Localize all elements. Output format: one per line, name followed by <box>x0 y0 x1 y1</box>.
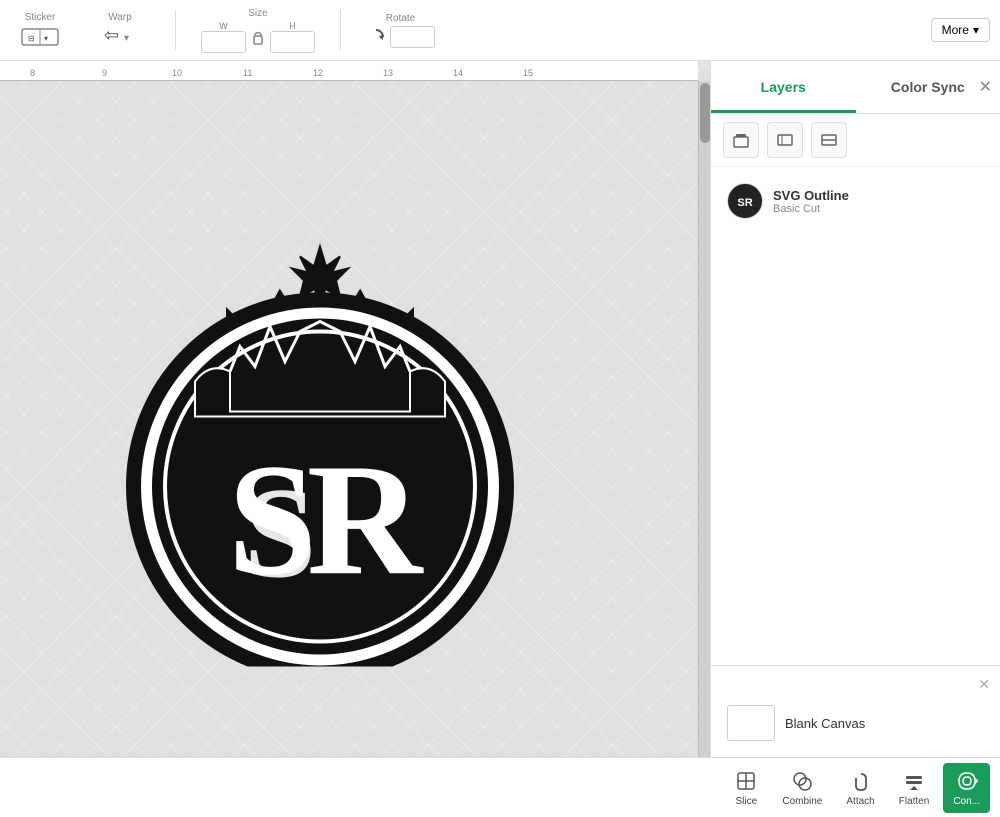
layer-info: SVG Outline Basic Cut <box>773 188 984 215</box>
layer-list: SR SVG Outline Basic Cut <box>711 167 1000 665</box>
blank-canvas-label: Blank Canvas <box>785 716 865 731</box>
flatten-icon <box>902 769 926 793</box>
tab-indicator <box>711 110 856 113</box>
width-input[interactable] <box>201 31 246 53</box>
size-label: Size <box>248 8 267 19</box>
logo-svg: SR S <box>100 147 540 667</box>
warp-icon: ⇦ ▾ <box>100 25 140 49</box>
layers-icon-1 <box>732 131 750 149</box>
layer-item[interactable]: SR SVG Outline Basic Cut <box>719 175 992 227</box>
bottom-close-button[interactable]: ✕ <box>978 676 990 693</box>
panel-bottom: ✕ Blank Canvas <box>711 665 1000 757</box>
sticker-label: Sticker <box>25 12 56 23</box>
canvas-area: 8 9 10 11 12 13 14 15 <box>0 61 710 757</box>
bottom-btn-group: Slice Combine Attach <box>724 763 990 813</box>
divider1 <box>175 10 176 50</box>
size-inputs: W H <box>201 21 315 53</box>
size-group: Size W H <box>201 8 315 53</box>
height-field: H <box>270 21 315 53</box>
flatten-button[interactable]: Flatten <box>889 763 940 813</box>
warp-control: ⇦ ▾ <box>100 25 140 49</box>
panel-tabs: Layers Color Sync ✕ <box>711 61 1000 114</box>
svg-text:⇦: ⇦ <box>104 25 119 45</box>
slice-button[interactable]: Slice <box>724 763 768 813</box>
svg-text:SR: SR <box>737 197 752 209</box>
slice-icon <box>734 769 758 793</box>
rotate-icon <box>366 27 386 47</box>
top-toolbar: Sticker ⊟ ▾ Warp ⇦ ▾ Size W <box>0 0 1000 61</box>
lock-icon <box>250 29 266 45</box>
contour-button[interactable]: Con... <box>943 763 990 813</box>
bottom-toolbar: Slice Combine Attach <box>0 757 1000 817</box>
rotate-label: Rotate <box>386 13 415 24</box>
size-control: W H <box>201 21 315 53</box>
layer-name: SVG Outline <box>773 188 984 203</box>
ruler-horizontal: 8 9 10 11 12 13 14 15 <box>0 61 698 81</box>
rotate-input[interactable] <box>390 26 435 48</box>
sticker-group: Sticker ⊟ ▾ <box>10 12 70 49</box>
panel-bottom-close: ✕ <box>721 676 990 693</box>
panel-icon-btn-1[interactable] <box>723 122 759 158</box>
attach-button[interactable]: Attach <box>836 763 884 813</box>
panel-toolbar <box>711 114 1000 167</box>
blank-canvas-thumbnail <box>727 705 775 741</box>
warp-label: Warp <box>108 12 132 23</box>
layer-type: Basic Cut <box>773 203 984 215</box>
logo-container: SR S <box>100 147 540 672</box>
width-field: W <box>201 21 246 53</box>
combine-icon <box>790 769 814 793</box>
main-area: 8 9 10 11 12 13 14 15 <box>0 61 1000 757</box>
more-button[interactable]: More ▾ <box>931 18 990 42</box>
attach-icon <box>849 769 873 793</box>
height-input[interactable] <box>270 31 315 53</box>
layer-thumbnail: SR <box>727 183 763 219</box>
scrollbar-thumb[interactable] <box>700 83 710 143</box>
divider2 <box>340 10 341 50</box>
svg-text:▾: ▾ <box>124 33 129 44</box>
contour-icon <box>955 769 979 793</box>
panel-icon-btn-2[interactable] <box>767 122 803 158</box>
sticker-icon: ⊟ ▾ <box>20 25 60 49</box>
right-panel: Layers Color Sync ✕ <box>710 61 1000 757</box>
panel-close-button[interactable]: ✕ <box>979 77 992 97</box>
layers-icon-2 <box>776 131 794 149</box>
rotate-group: Rotate <box>366 13 435 48</box>
warp-group: Warp ⇦ ▾ <box>90 12 150 49</box>
tab-layers[interactable]: Layers <box>711 61 856 113</box>
combine-button[interactable]: Combine <box>772 763 832 813</box>
rotate-control <box>366 26 435 48</box>
panel-icon-btn-3[interactable] <box>811 122 847 158</box>
blank-canvas-item[interactable]: Blank Canvas <box>721 699 990 747</box>
svg-text:S: S <box>243 461 315 605</box>
sticker-control: ⊟ ▾ <box>20 25 60 49</box>
canvas-scrollbar[interactable] <box>698 81 710 757</box>
layers-icon-3 <box>820 131 838 149</box>
svg-text:⊟: ⊟ <box>28 34 35 43</box>
svg-text:▾: ▾ <box>44 34 48 43</box>
